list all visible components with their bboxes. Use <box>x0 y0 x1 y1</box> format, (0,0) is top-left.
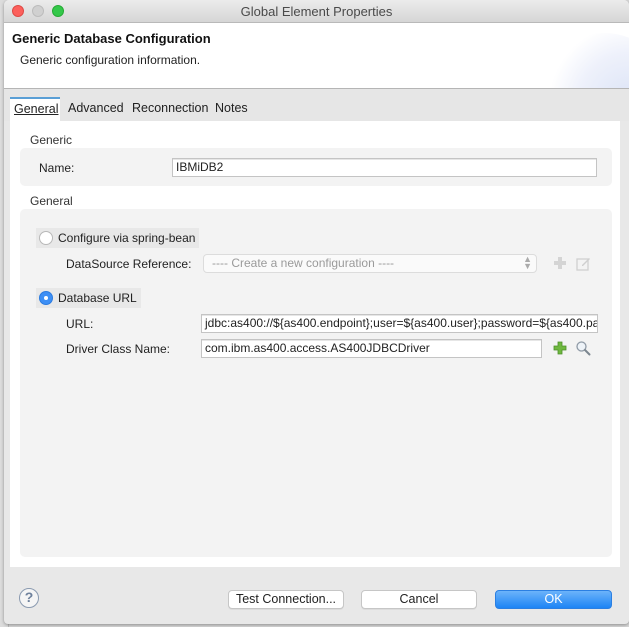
url-input[interactable]: jdbc:as400://${as400.endpoint};user=${as… <box>201 314 598 333</box>
header-decoration <box>539 33 629 88</box>
plus-icon[interactable] <box>552 340 568 356</box>
name-input[interactable]: IBMiDB2 <box>172 158 597 177</box>
database-url-radio-option[interactable]: Database URL <box>36 288 141 308</box>
ok-button[interactable]: OK <box>495 590 612 609</box>
url-label: URL: <box>66 317 94 331</box>
dialog-header: Generic Database Configuration Generic c… <box>4 23 629 89</box>
select-arrows-icon: ▲ ▼ <box>523 254 532 271</box>
search-icon[interactable] <box>575 340 591 356</box>
tab-reconnection[interactable]: Reconnection <box>128 97 212 121</box>
tab-notes-label: Notes <box>215 101 248 115</box>
help-icon[interactable]: ? <box>19 588 39 608</box>
close-window-button[interactable] <box>12 5 24 17</box>
datasource-reference-label: DataSource Reference: <box>66 257 192 271</box>
cancel-button[interactable]: Cancel <box>361 590 477 609</box>
generic-group: Name: IBMiDB2 <box>20 148 612 186</box>
datasource-reference-select: ---- Create a new configuration ---- ▲ ▼ <box>203 254 537 273</box>
general-section-label: General <box>30 194 73 208</box>
tab-notes[interactable]: Notes <box>211 97 252 121</box>
maximize-window-button[interactable] <box>52 5 64 17</box>
test-connection-button[interactable]: Test Connection... <box>228 590 344 609</box>
window-title: Global Element Properties <box>240 4 393 19</box>
title-bar: Global Element Properties <box>4 0 629 23</box>
tab-bar: General Advanced Reconnection Notes <box>4 89 629 121</box>
datasource-reference-value: ---- Create a new configuration ---- <box>212 256 395 270</box>
header-description: Generic configuration information. <box>20 53 201 67</box>
name-label: Name: <box>39 161 75 175</box>
database-url-radio-label: Database URL <box>58 291 137 305</box>
tab-reconnection-label: Reconnection <box>132 101 209 115</box>
tab-general-label: General <box>14 102 59 116</box>
spring-bean-radio-option[interactable]: Configure via spring-bean <box>36 228 200 248</box>
minimize-window-button[interactable] <box>32 5 44 17</box>
driver-class-name-label: Driver Class Name: <box>66 342 171 356</box>
general-group: Configure via spring-bean DataSource Ref… <box>20 209 612 557</box>
general-tab-panel: Generic Name: IBMiDB2 General Configure … <box>10 121 620 567</box>
plus-icon <box>552 255 568 271</box>
header-title: Generic Database Configuration <box>12 31 211 46</box>
tab-advanced-label: Advanced <box>68 101 124 115</box>
driver-class-name-input[interactable]: com.ibm.as400.access.AS400JDBCDriver <box>201 339 542 358</box>
edit-icon <box>575 255 591 271</box>
dialog-window: Global Element Properties Generic Databa… <box>4 0 629 624</box>
tab-advanced[interactable]: Advanced <box>64 97 128 121</box>
tab-general[interactable]: General <box>10 97 60 121</box>
generic-section-label: Generic <box>30 133 73 147</box>
spring-bean-radio-label: Configure via spring-bean <box>58 231 196 245</box>
database-url-radio[interactable] <box>39 291 53 305</box>
spring-bean-radio[interactable] <box>39 231 53 245</box>
